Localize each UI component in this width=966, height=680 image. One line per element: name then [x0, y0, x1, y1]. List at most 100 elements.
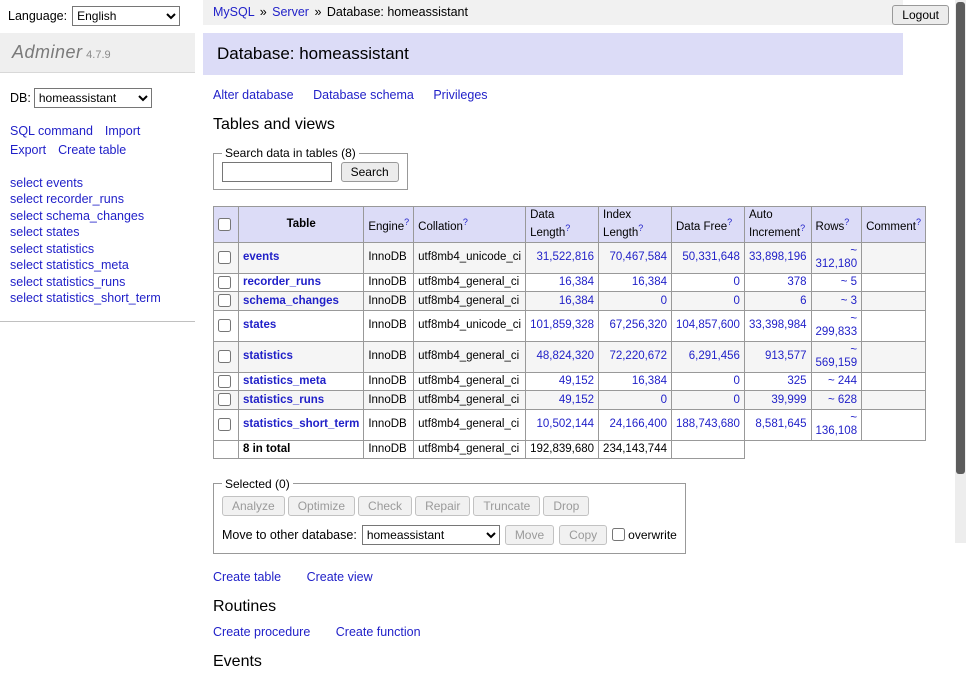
- select-link[interactable]: select: [10, 176, 43, 190]
- auto-increment-link[interactable]: 33,898,196: [749, 251, 807, 263]
- select-link[interactable]: select: [10, 192, 43, 206]
- scrollbar[interactable]: [955, 0, 966, 543]
- column-help-link[interactable]: ?: [916, 217, 921, 227]
- column-help-link[interactable]: ?: [638, 223, 643, 233]
- rows-link[interactable]: ~ 569,159: [816, 344, 858, 369]
- database-schema-link[interactable]: Database schema: [313, 88, 414, 102]
- column-help-link[interactable]: ?: [404, 217, 409, 227]
- select-link[interactable]: select: [10, 242, 43, 256]
- table-name-link[interactable]: events: [243, 251, 279, 263]
- data-free-link[interactable]: 50,331,648: [682, 251, 740, 263]
- data-length-link[interactable]: 31,522,816: [536, 251, 594, 263]
- column-help-link[interactable]: ?: [800, 223, 805, 233]
- column-help-link[interactable]: ?: [844, 217, 849, 227]
- scrollbar-thumb[interactable]: [956, 2, 965, 474]
- index-length-link[interactable]: 24,166,400: [609, 418, 667, 430]
- create-table-link-main[interactable]: Create table: [213, 570, 281, 584]
- column-help-link[interactable]: ?: [727, 217, 732, 227]
- rows-link[interactable]: ~ 136,108: [816, 412, 858, 437]
- row-select-checkbox[interactable]: [218, 350, 231, 363]
- column-help-link[interactable]: ?: [463, 217, 468, 227]
- data-free-link[interactable]: 0: [734, 276, 740, 288]
- row-select-checkbox[interactable]: [218, 319, 231, 332]
- move-db-select[interactable]: homeassistant: [362, 525, 500, 545]
- create-table-link[interactable]: Create table: [58, 143, 126, 157]
- import-link[interactable]: Import: [105, 124, 140, 138]
- index-length-link[interactable]: 0: [661, 394, 667, 406]
- table-name-link[interactable]: statistics: [243, 350, 293, 362]
- copy-button[interactable]: Copy: [559, 525, 607, 545]
- data-length-link[interactable]: 48,824,320: [536, 350, 594, 362]
- data-free-link[interactable]: 0: [734, 375, 740, 387]
- index-length-link[interactable]: 67,256,320: [609, 319, 667, 331]
- rows-link[interactable]: ~ 3: [841, 295, 857, 307]
- table-link[interactable]: statistics_meta: [46, 258, 129, 272]
- table-link[interactable]: states: [46, 225, 79, 239]
- column-help-link[interactable]: ?: [565, 223, 570, 233]
- row-select-checkbox[interactable]: [218, 418, 231, 431]
- data-length-link[interactable]: 16,384: [559, 276, 594, 288]
- auto-increment-link[interactable]: 325: [787, 375, 806, 387]
- rows-link[interactable]: ~ 5: [841, 276, 857, 288]
- select-link[interactable]: select: [10, 209, 43, 223]
- table-link[interactable]: recorder_runs: [46, 192, 124, 206]
- table-link[interactable]: schema_changes: [46, 209, 144, 223]
- rows-link[interactable]: ~ 628: [828, 394, 857, 406]
- alter-database-link[interactable]: Alter database: [213, 88, 294, 102]
- index-length-link[interactable]: 16,384: [632, 276, 667, 288]
- table-link[interactable]: statistics_runs: [46, 275, 125, 289]
- data-free-link[interactable]: 104,857,600: [676, 319, 740, 331]
- index-length-link[interactable]: 70,467,584: [609, 251, 667, 263]
- select-link[interactable]: select: [10, 258, 43, 272]
- index-length-link[interactable]: 0: [661, 295, 667, 307]
- rows-link[interactable]: ~ 244: [828, 375, 857, 387]
- table-name-link[interactable]: schema_changes: [243, 295, 339, 307]
- index-length-link[interactable]: 72,220,672: [609, 350, 667, 362]
- create-view-link[interactable]: Create view: [307, 570, 373, 584]
- data-length-link[interactable]: 49,152: [559, 394, 594, 406]
- data-length-link[interactable]: 49,152: [559, 375, 594, 387]
- analyze-button[interactable]: Analyze: [222, 496, 285, 516]
- move-button[interactable]: Move: [505, 525, 554, 545]
- row-select-checkbox[interactable]: [218, 276, 231, 289]
- auto-increment-link[interactable]: 913,577: [765, 350, 807, 362]
- data-length-link[interactable]: 16,384: [559, 295, 594, 307]
- auto-increment-link[interactable]: 6: [800, 295, 806, 307]
- truncate-button[interactable]: Truncate: [473, 496, 540, 516]
- sql-command-link[interactable]: SQL command: [10, 124, 93, 138]
- data-free-link[interactable]: 0: [734, 394, 740, 406]
- table-link[interactable]: statistics_short_term: [46, 291, 161, 305]
- rows-link[interactable]: ~ 312,180: [816, 245, 858, 270]
- auto-increment-link[interactable]: 33,398,984: [749, 319, 807, 331]
- optimize-button[interactable]: Optimize: [288, 496, 355, 516]
- table-name-link[interactable]: statistics_runs: [243, 394, 324, 406]
- auto-increment-link[interactable]: 8,581,645: [755, 418, 806, 430]
- auto-increment-link[interactable]: 378: [787, 276, 806, 288]
- export-link[interactable]: Export: [10, 143, 46, 157]
- table-name-link[interactable]: statistics_short_term: [243, 418, 359, 430]
- row-select-checkbox[interactable]: [218, 375, 231, 388]
- auto-increment-link[interactable]: 39,999: [771, 394, 806, 406]
- index-length-link[interactable]: 16,384: [632, 375, 667, 387]
- row-select-checkbox[interactable]: [218, 251, 231, 264]
- search-input[interactable]: [222, 162, 332, 182]
- repair-button[interactable]: Repair: [415, 496, 470, 516]
- row-select-checkbox[interactable]: [218, 294, 231, 307]
- rows-link[interactable]: ~ 299,833: [816, 313, 858, 338]
- table-name-link[interactable]: states: [243, 319, 276, 331]
- drop-button[interactable]: Drop: [543, 496, 589, 516]
- language-select[interactable]: English: [72, 6, 180, 26]
- logout-button[interactable]: Logout: [892, 5, 949, 25]
- data-free-link[interactable]: 0: [734, 295, 740, 307]
- select-link[interactable]: select: [10, 225, 43, 239]
- db-select[interactable]: homeassistant: [34, 88, 152, 108]
- data-length-link[interactable]: 101,859,328: [530, 319, 594, 331]
- select-link[interactable]: select: [10, 291, 43, 305]
- overwrite-checkbox[interactable]: [612, 528, 625, 541]
- check-button[interactable]: Check: [358, 496, 412, 516]
- data-free-link[interactable]: 6,291,456: [689, 350, 740, 362]
- select-link[interactable]: select: [10, 275, 43, 289]
- search-button[interactable]: Search: [341, 162, 399, 182]
- table-link[interactable]: events: [46, 176, 83, 190]
- row-select-checkbox[interactable]: [218, 393, 231, 406]
